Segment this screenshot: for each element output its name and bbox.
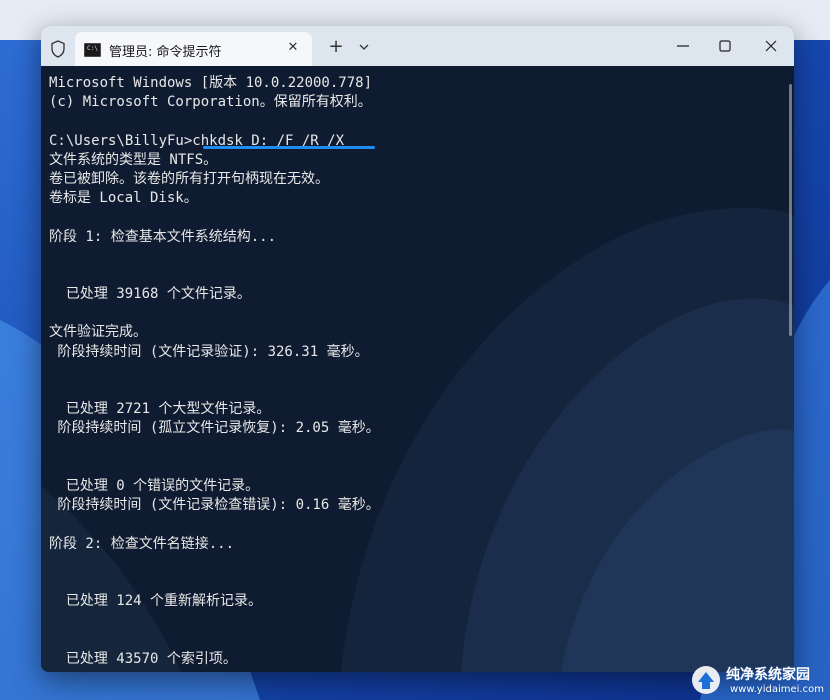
minimize-icon: [677, 45, 689, 47]
terminal-line: 阶段 1: 检查基本文件系统结构...: [49, 228, 277, 245]
terminal-line: 已处理 2721 个大型文件记录。: [49, 401, 271, 418]
terminal-line: 阶段 2: 检查文件名链接...: [49, 535, 235, 552]
terminal-window: C:\ 管理员: 命令提示符 ✕ + Microsoft Windows [版本…: [41, 26, 794, 672]
new-tab-button[interactable]: +: [327, 38, 345, 56]
close-icon: [765, 40, 777, 52]
tab-close-icon[interactable]: ✕: [286, 41, 300, 55]
terminal-line: 卷已被卸除。该卷的所有打开句柄现在无效。: [49, 170, 329, 187]
terminal-line: 阶段持续时间 (文件记录检查错误): 0.16 毫秒。: [49, 497, 380, 514]
terminal-line: 阶段持续时间 (文件记录验证): 326.31 毫秒。: [49, 343, 369, 360]
terminal-line: 阶段持续时间 (孤立文件记录恢复): 2.05 毫秒。: [49, 420, 380, 437]
terminal-line: 卷标是 Local Disk。: [49, 190, 198, 207]
minimize-button[interactable]: [671, 36, 695, 56]
site-watermark: 纯净系统家园 www.yidaimei.com: [690, 662, 830, 698]
terminal-line: 已处理 124 个重新解析记录。: [49, 593, 263, 610]
command-highlight-underline: [203, 146, 375, 149]
terminal-line: Microsoft Windows [版本 10.0.22000.778]: [49, 75, 373, 91]
terminal-line: 文件系统的类型是 NTFS。: [49, 151, 218, 168]
maximize-icon: [719, 40, 731, 52]
shield-icon: [51, 40, 65, 58]
terminal-line: 已处理 43570 个索引项。: [49, 650, 237, 667]
terminal-line: 文件验证完成。: [49, 324, 147, 341]
watermark-url: www.yidaimei.com: [730, 684, 824, 695]
tab-title: 管理员: 命令提示符: [109, 45, 222, 60]
close-button[interactable]: [759, 36, 783, 56]
terminal-output-area[interactable]: Microsoft Windows [版本 10.0.22000.778] (c)…: [41, 66, 794, 672]
maximize-button[interactable]: [713, 36, 737, 56]
terminal-lines: Microsoft Windows [版本 10.0.22000.778] (c)…: [49, 74, 380, 669]
tab-command-prompt[interactable]: C:\ 管理员: 命令提示符 ✕: [75, 32, 312, 66]
title-bar: C:\ 管理员: 命令提示符 ✕ +: [41, 26, 794, 66]
command-prompt-icon-text: C:\: [87, 45, 98, 52]
terminal-line: 已处理 39168 个文件记录。: [49, 286, 251, 303]
terminal-line: (c) Microsoft Corporation。保留所有权利。: [49, 94, 372, 111]
scrollbar-thumb[interactable]: [789, 84, 792, 336]
terminal-line: 已处理 0 个错误的文件记录。: [49, 477, 260, 494]
chevron-down-icon[interactable]: [358, 42, 370, 52]
command-prompt-icon: C:\: [84, 43, 101, 57]
watermark-logo-icon: [692, 666, 720, 694]
watermark-title: 纯净系统家园: [726, 667, 810, 683]
